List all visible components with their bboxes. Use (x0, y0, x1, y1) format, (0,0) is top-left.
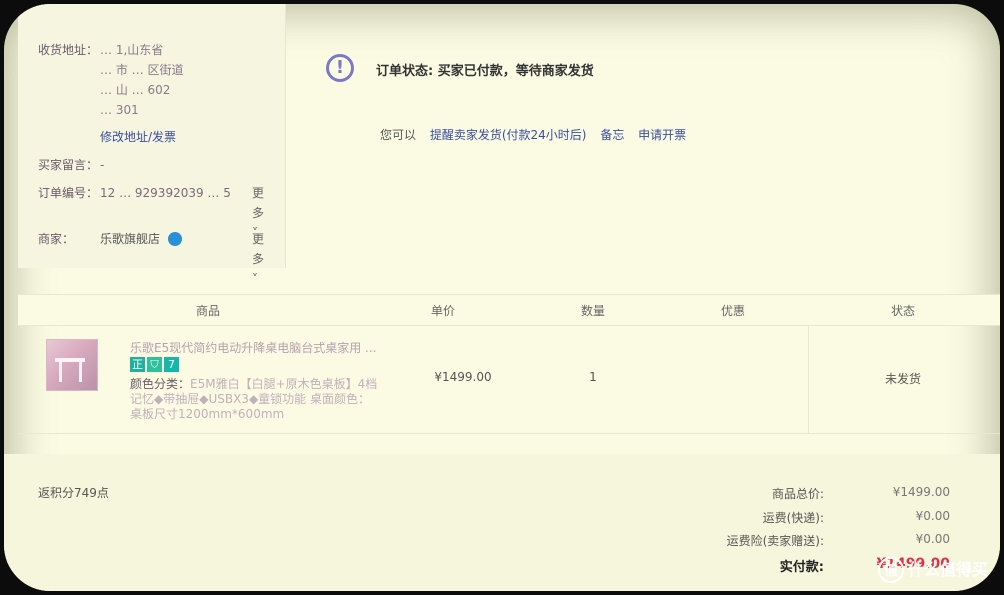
address-line: … 301 (100, 103, 139, 117)
order-summary: 返积分749点 商品总价: ¥1499.00 运费(快递): ¥0.00 运费险… (4, 454, 1000, 591)
order-info-panel: 收货地址： … 1,山东省 … 市 … 区街道 … 山 … 602 … 301 … (18, 4, 286, 286)
table-header: 商品 单价 数量 优惠 状态 (18, 294, 1000, 326)
col-header-product: 商品 (195, 304, 220, 318)
shipping-label: 运费(快递): (762, 511, 824, 525)
address-line: … 市 … 区街道 (100, 63, 184, 77)
seller-label: 商家： (38, 232, 75, 246)
order-status: 订单状态: 买家已付款，等待商家发货 (376, 60, 594, 79)
message-value: - (100, 158, 105, 172)
edit-address-link[interactable]: 修改地址/发票 (100, 127, 270, 147)
message-row: 买家留言： - (38, 155, 104, 175)
order-header: 收货地址： … 1,山东省 … 市 … 区街道 … 山 … 602 … 301 … (4, 4, 1000, 286)
guarantee-badge-icon: ⛉ (147, 357, 162, 372)
watermark: 值什么值得买 (877, 556, 988, 583)
product-thumbnail[interactable] (46, 339, 98, 391)
goods-total-label: 商品总价: (771, 487, 824, 501)
apply-invoice-link[interactable]: 申请开票 (638, 128, 686, 142)
insurance-value: ¥0.00 (915, 532, 950, 546)
paid-label: 实付款: (779, 560, 824, 575)
more-label: 更多 (252, 232, 265, 266)
remind-seller-link[interactable]: 提醒卖家发货(付款24小时后) (430, 128, 587, 142)
insurance-label: 运费险(卖家赠送): (726, 534, 824, 548)
col-header-price: 单价 (430, 304, 455, 318)
divider (808, 325, 809, 433)
table-row: 乐歌E5现代简约电动升降桌电脑台式桌家用 ... 正 ⛉ 7 颜色分类：E5M雅白【… (18, 325, 1000, 434)
actions-prefix: 您可以 (380, 128, 417, 142)
seller-row: 商家： 乐歌旗舰店 更多 ˅ (38, 229, 264, 286)
seller-more-link[interactable]: 更多 ˅ (252, 229, 264, 289)
chevron-down-icon: ˅ (252, 272, 258, 286)
col-header-discount: 优惠 (720, 304, 745, 318)
watermark-logo-icon: 值 (877, 557, 904, 583)
order-actions: 您可以 提醒卖家发货(付款24小时后) 备忘 申请开票 (380, 126, 696, 143)
address-label: 收货地址： (38, 43, 99, 57)
goods-total-value: ¥1499.00 (892, 485, 950, 499)
shipping-value: ¥0.00 (915, 509, 950, 523)
address-value: … 1,山东省 … 市 … 区街道 … 山 … 602 … 301 (100, 40, 270, 120)
product-badges: 正 ⛉ 7 (130, 357, 181, 376)
order-status-value: 买家已付款，等待商家发货 (437, 64, 594, 79)
col-header-qty: 数量 (580, 304, 605, 318)
note-link[interactable]: 备忘 (600, 128, 624, 142)
order-status-label: 订单状态: (376, 64, 434, 79)
address-row: 收货地址： … 1,山东省 … 市 … 区街道 … 山 … 602 … 301 (38, 40, 183, 117)
watermark-text: 什么值得买 (907, 559, 988, 579)
chat-icon[interactable] (167, 231, 182, 246)
more-label: 更多 (252, 186, 265, 220)
address-line: … 1,山东省 (100, 43, 164, 57)
order-no-label: 订单编号： (38, 186, 99, 200)
exclamation-icon: ! (326, 54, 354, 82)
genuine-badge-icon: 正 (130, 357, 145, 372)
item-status: 未发货 (884, 372, 921, 386)
order-no-row: 订单编号： 12 … 929392039 … 5 更多˅ (38, 183, 264, 240)
product-sku: 颜色分类：E5M雅白【白腿+原木色桌板】4档记忆◆带抽屉◆USBX3◆童锁功能 … (130, 377, 380, 422)
quantity: 1 (589, 370, 597, 384)
order-detail-page: 收货地址： … 1,山东省 … 市 … 区街道 … 山 … 602 … 301 … (4, 4, 1000, 591)
sku-label: 颜色分类： (130, 377, 191, 391)
col-header-status: 状态 (890, 304, 915, 318)
message-label: 买家留言： (38, 158, 99, 172)
product-name-link[interactable]: 乐歌E5现代简约电动升降桌电脑台式桌家用 ... (130, 339, 380, 356)
unit-price: ¥1499.00 (434, 370, 492, 384)
seller-name-link[interactable]: 乐歌旗舰店 (100, 232, 160, 246)
seller-value-wrap: 乐歌旗舰店 (100, 229, 270, 249)
seven-day-return-badge-icon: 7 (164, 357, 179, 372)
address-line: … 山 … 602 (100, 83, 171, 97)
reward-points: 返积分749点 (38, 486, 109, 500)
order-no-value: 12 … 929392039 … 5 (100, 186, 231, 200)
order-status-area: ! 订单状态: 买家已付款，等待商家发货 您可以 提醒卖家发货(付款24小时后)… (304, 44, 994, 164)
